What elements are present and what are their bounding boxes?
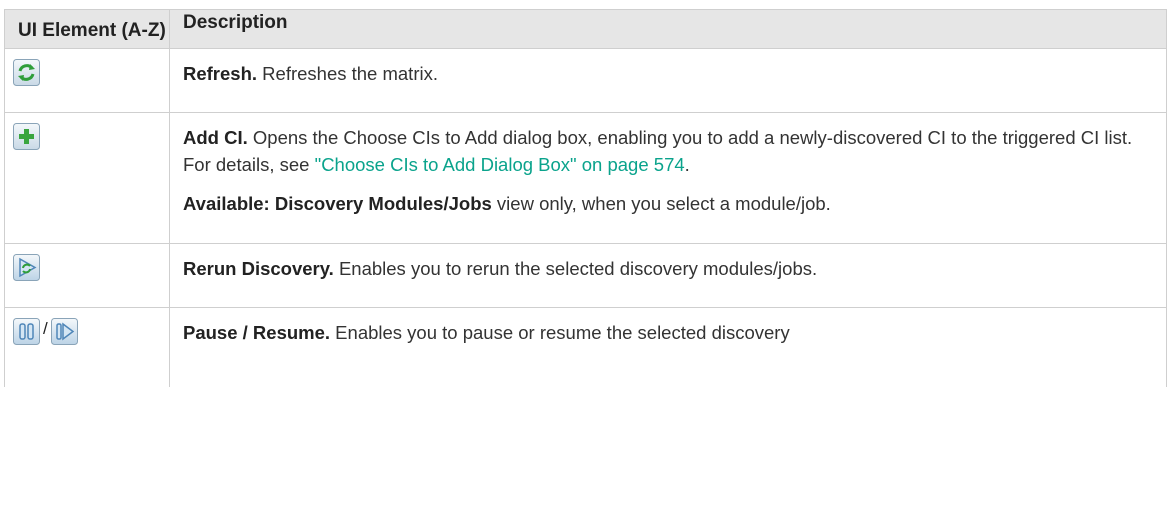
availability-label: Available: Discovery Modules/Jobs [183,193,492,214]
table-row: Rerun Discovery. Enables you to rerun th… [4,243,1167,308]
availability-text: view only, when you select a module/job. [491,193,831,214]
ui-element-cell [4,48,170,113]
table-row: Add CI. Opens the Choose CIs to Add dial… [4,112,1167,244]
table-row: / Pause / Resume. Enables you to pause o… [4,307,1167,387]
ui-elements-table: UI Element (A-Z) Description Refresh. Re… [4,9,1167,387]
ui-element-cell: / [4,307,170,387]
resume-icon [50,318,78,345]
add-ci-icon [13,123,40,150]
description-text-end: . [684,154,690,175]
table-row: Refresh. Refreshes the matrix. [4,48,1167,113]
description-text: Refreshes the matrix. [257,63,438,84]
column-header-description: Description [169,9,1167,49]
term-label: Pause / Resume. [183,322,331,343]
cross-reference-link[interactable]: "Choose CIs to Add Dialog Box" on page 5… [315,154,685,175]
icon-separator: / [43,319,48,338]
column-header-ui-element: UI Element (A-Z) [4,9,170,49]
description-cell: Rerun Discovery. Enables you to rerun th… [169,243,1167,308]
refresh-icon [13,59,40,86]
term-label: Add CI. [183,127,248,148]
description-text: Enables you to pause or resume the selec… [330,322,790,343]
pause-icon [13,318,40,345]
ui-element-cell [4,243,170,308]
description-text: Enables you to rerun the selected discov… [333,258,818,279]
ui-element-cell [4,112,170,244]
term-label: Refresh. [183,63,258,84]
rerun-discovery-icon [13,254,40,281]
term-label: Rerun Discovery. [183,258,334,279]
description-cell: Pause / Resume. Enables you to pause or … [169,307,1167,387]
description-cell: Add CI. Opens the Choose CIs to Add dial… [169,112,1167,244]
table-header-row: UI Element (A-Z) Description [4,9,1167,49]
description-cell: Refresh. Refreshes the matrix. [169,48,1167,113]
